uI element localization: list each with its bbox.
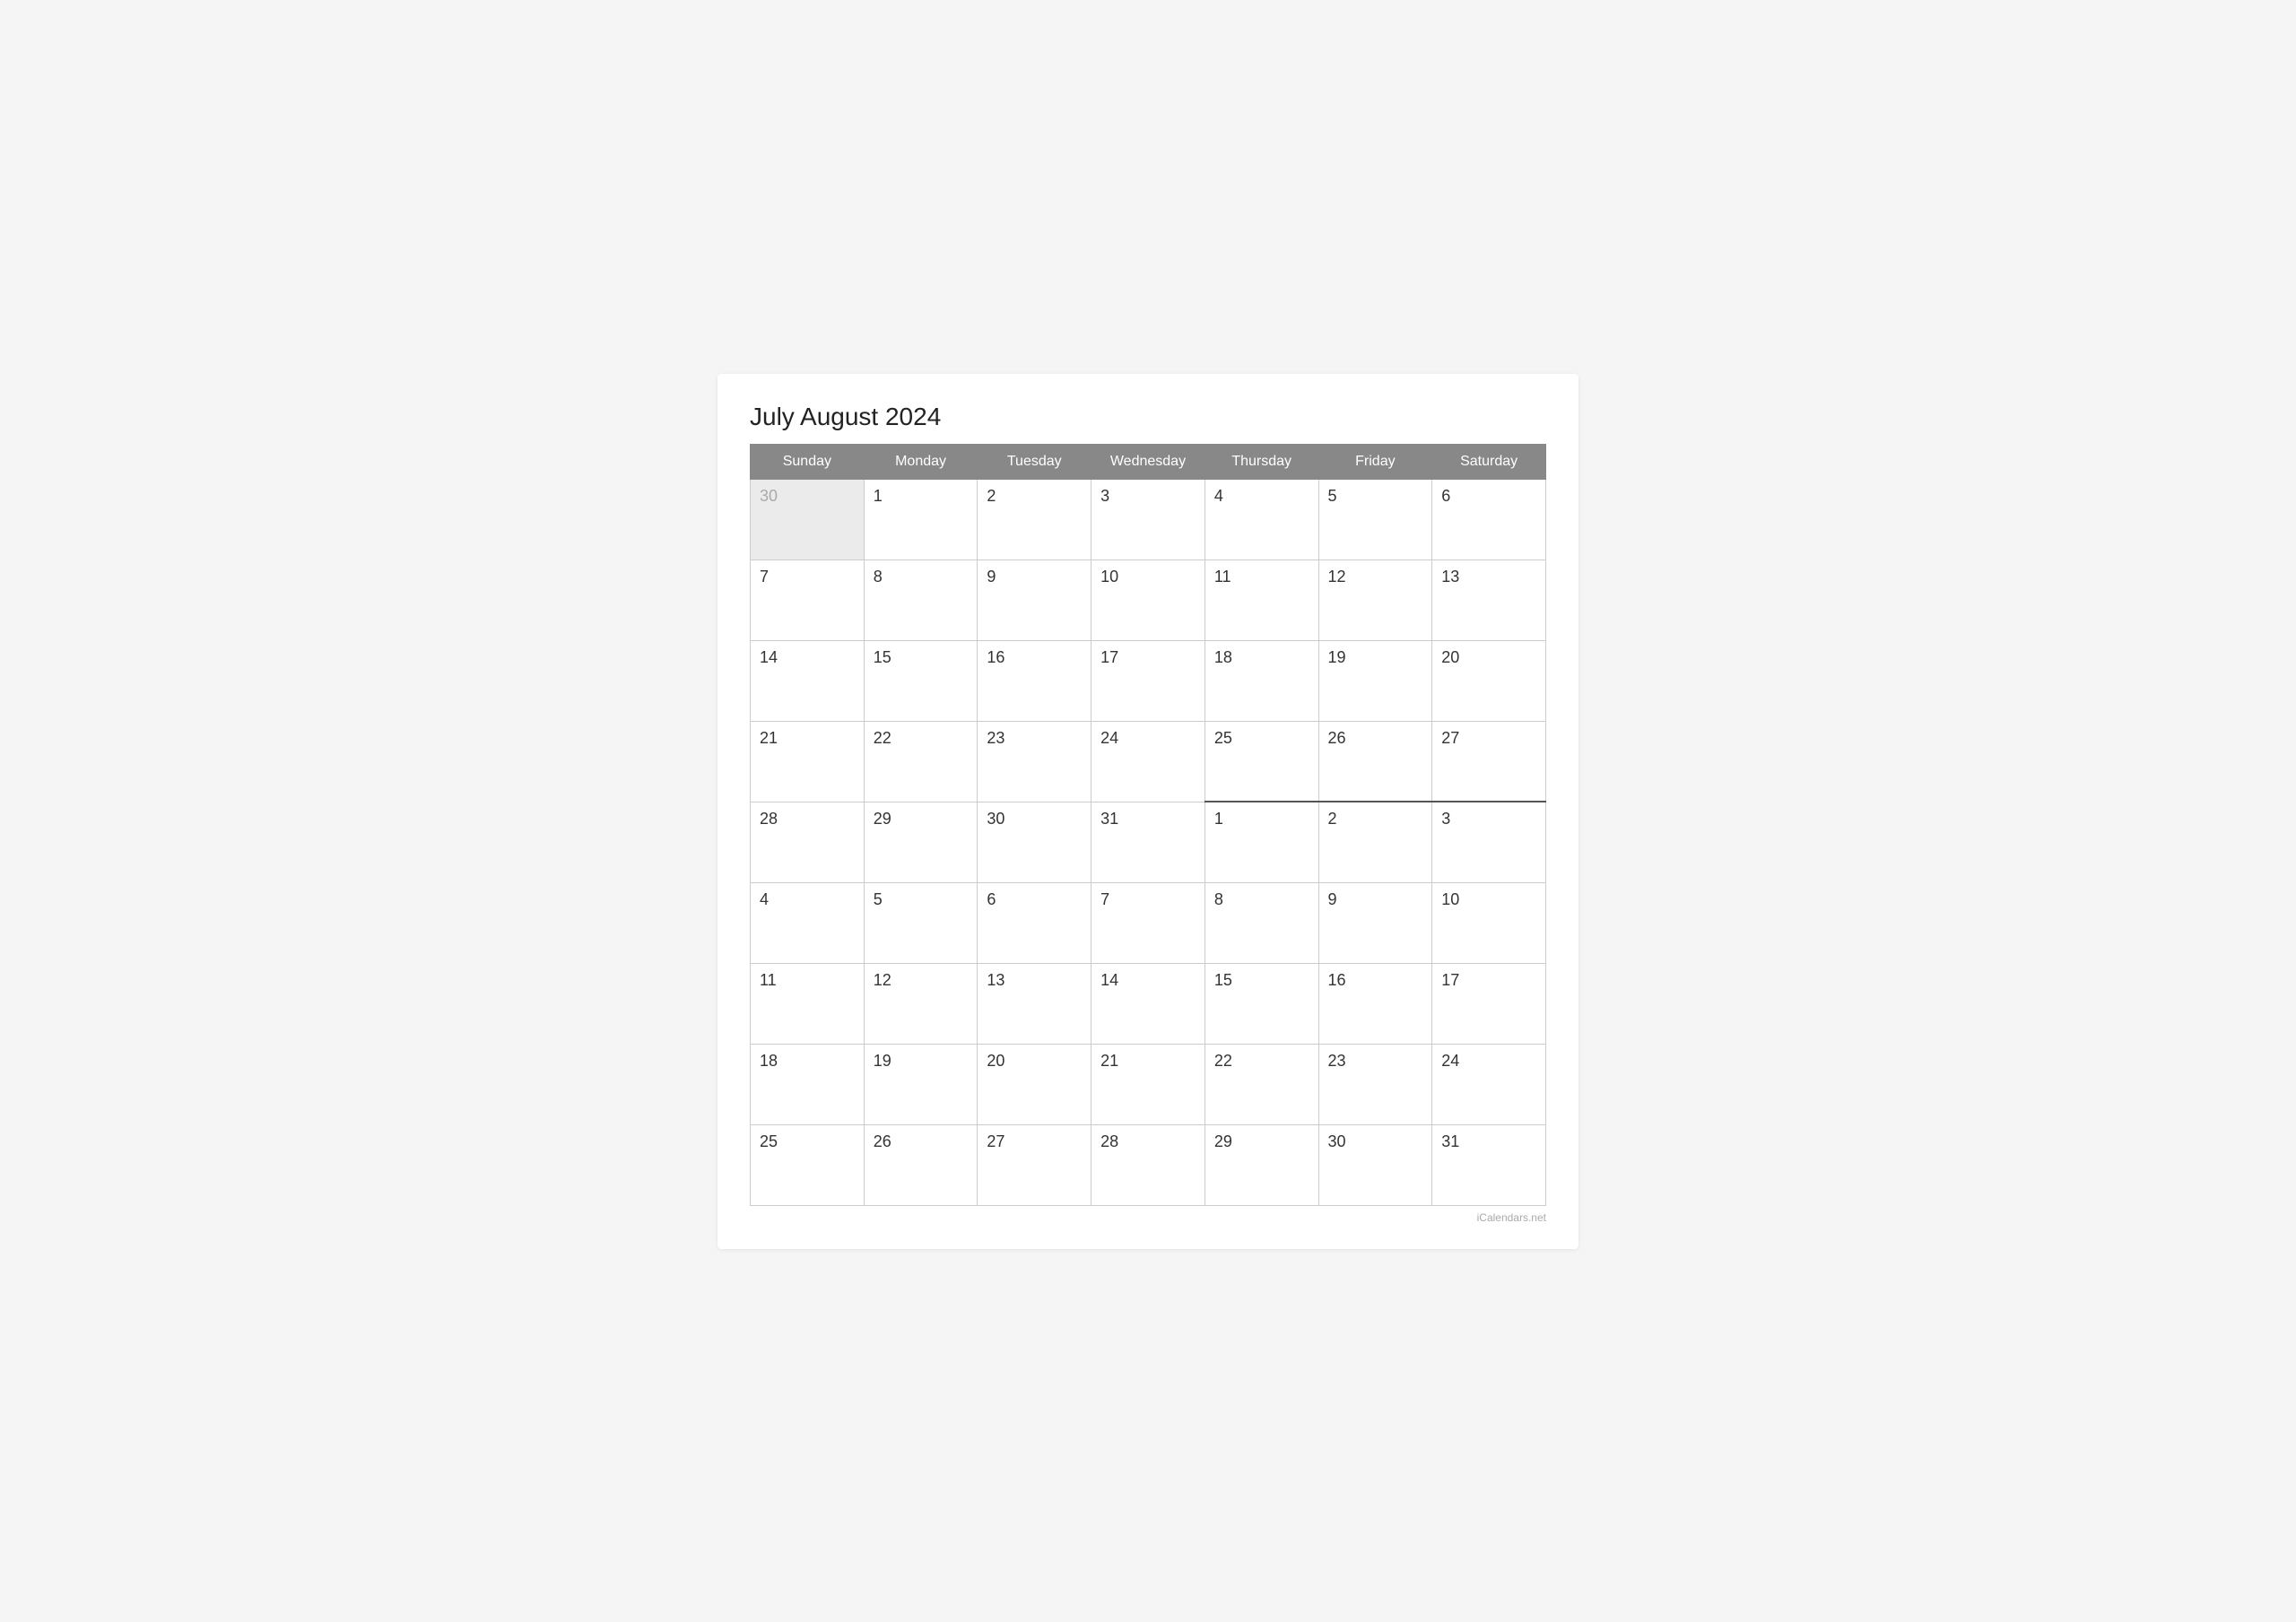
calendar-week-row: 25262728293031 xyxy=(751,1124,1546,1205)
calendar-day-cell[interactable]: 5 xyxy=(864,882,978,963)
header-cell-thursday: Thursday xyxy=(1205,444,1318,479)
calendar-day-cell[interactable]: 6 xyxy=(978,882,1091,963)
calendar-day-cell[interactable]: 14 xyxy=(1091,963,1205,1044)
calendar-day-cell[interactable]: 21 xyxy=(1091,1044,1205,1124)
calendar-day-cell[interactable]: 29 xyxy=(864,802,978,882)
calendar-day-cell[interactable]: 5 xyxy=(1318,479,1432,559)
calendar-day-cell[interactable]: 17 xyxy=(1091,640,1205,721)
calendar-day-cell[interactable]: 15 xyxy=(1205,963,1318,1044)
calendar-day-cell[interactable]: 20 xyxy=(1432,640,1546,721)
calendar-day-cell[interactable]: 12 xyxy=(864,963,978,1044)
calendar-day-cell[interactable]: 10 xyxy=(1091,559,1205,640)
calendar-day-cell[interactable]: 26 xyxy=(1318,721,1432,802)
calendar-day-cell[interactable]: 10 xyxy=(1432,882,1546,963)
calendar-day-cell[interactable]: 17 xyxy=(1432,963,1546,1044)
header-cell-monday: Monday xyxy=(864,444,978,479)
calendar-day-cell[interactable]: 12 xyxy=(1318,559,1432,640)
calendar-day-cell[interactable]: 30 xyxy=(978,802,1091,882)
calendar-title: July August 2024 xyxy=(750,403,1546,431)
calendar-week-row: 14151617181920 xyxy=(751,640,1546,721)
calendar-week-row: 30123456 xyxy=(751,479,1546,559)
calendar-week-row: 78910111213 xyxy=(751,559,1546,640)
calendar-day-cell[interactable]: 6 xyxy=(1432,479,1546,559)
calendar-day-cell[interactable]: 9 xyxy=(978,559,1091,640)
header-cell-friday: Friday xyxy=(1318,444,1432,479)
watermark: iCalendars.net xyxy=(750,1211,1546,1224)
calendar-day-cell[interactable]: 13 xyxy=(978,963,1091,1044)
calendar-day-cell[interactable]: 2 xyxy=(978,479,1091,559)
calendar-day-cell[interactable]: 7 xyxy=(751,559,865,640)
calendar-day-cell[interactable]: 25 xyxy=(1205,721,1318,802)
calendar-day-cell[interactable]: 16 xyxy=(1318,963,1432,1044)
calendar-day-cell[interactable]: 20 xyxy=(978,1044,1091,1124)
calendar-week-row: 21222324252627 xyxy=(751,721,1546,802)
calendar-day-cell[interactable]: 3 xyxy=(1432,802,1546,882)
calendar-body: 3012345678910111213141516171819202122232… xyxy=(751,479,1546,1205)
calendar-table: SundayMondayTuesdayWednesdayThursdayFrid… xyxy=(750,444,1546,1206)
calendar-day-cell[interactable]: 30 xyxy=(751,479,865,559)
calendar-day-cell[interactable]: 26 xyxy=(864,1124,978,1205)
calendar-day-cell[interactable]: 14 xyxy=(751,640,865,721)
calendar-day-cell[interactable]: 23 xyxy=(1318,1044,1432,1124)
header-cell-saturday: Saturday xyxy=(1432,444,1546,479)
calendar-day-cell[interactable]: 4 xyxy=(751,882,865,963)
calendar-week-row: 28293031123 xyxy=(751,802,1546,882)
calendar-day-cell[interactable]: 19 xyxy=(1318,640,1432,721)
calendar-day-cell[interactable]: 1 xyxy=(864,479,978,559)
calendar-day-cell[interactable]: 21 xyxy=(751,721,865,802)
calendar-day-cell[interactable]: 16 xyxy=(978,640,1091,721)
calendar-day-cell[interactable]: 24 xyxy=(1432,1044,1546,1124)
calendar-day-cell[interactable]: 1 xyxy=(1205,802,1318,882)
calendar-day-cell[interactable]: 8 xyxy=(1205,882,1318,963)
calendar-header: SundayMondayTuesdayWednesdayThursdayFrid… xyxy=(751,444,1546,479)
calendar-day-cell[interactable]: 19 xyxy=(864,1044,978,1124)
calendar-day-cell[interactable]: 2 xyxy=(1318,802,1432,882)
calendar-day-cell[interactable]: 31 xyxy=(1432,1124,1546,1205)
calendar-day-cell[interactable]: 23 xyxy=(978,721,1091,802)
calendar-day-cell[interactable]: 28 xyxy=(1091,1124,1205,1205)
calendar-day-cell[interactable]: 7 xyxy=(1091,882,1205,963)
calendar-day-cell[interactable]: 27 xyxy=(978,1124,1091,1205)
calendar-week-row: 45678910 xyxy=(751,882,1546,963)
calendar-day-cell[interactable]: 4 xyxy=(1205,479,1318,559)
calendar-week-row: 18192021222324 xyxy=(751,1044,1546,1124)
calendar-container: July August 2024 SundayMondayTuesdayWedn… xyxy=(718,374,1578,1249)
calendar-day-cell[interactable]: 11 xyxy=(751,963,865,1044)
calendar-day-cell[interactable]: 22 xyxy=(1205,1044,1318,1124)
calendar-day-cell[interactable]: 15 xyxy=(864,640,978,721)
calendar-day-cell[interactable]: 30 xyxy=(1318,1124,1432,1205)
calendar-day-cell[interactable]: 29 xyxy=(1205,1124,1318,1205)
calendar-day-cell[interactable]: 27 xyxy=(1432,721,1546,802)
calendar-day-cell[interactable]: 9 xyxy=(1318,882,1432,963)
calendar-day-cell[interactable]: 18 xyxy=(751,1044,865,1124)
calendar-day-cell[interactable]: 11 xyxy=(1205,559,1318,640)
calendar-day-cell[interactable]: 18 xyxy=(1205,640,1318,721)
header-cell-tuesday: Tuesday xyxy=(978,444,1091,479)
calendar-day-cell[interactable]: 3 xyxy=(1091,479,1205,559)
calendar-day-cell[interactable]: 31 xyxy=(1091,802,1205,882)
header-cell-sunday: Sunday xyxy=(751,444,865,479)
calendar-day-cell[interactable]: 22 xyxy=(864,721,978,802)
calendar-week-row: 11121314151617 xyxy=(751,963,1546,1044)
header-row: SundayMondayTuesdayWednesdayThursdayFrid… xyxy=(751,444,1546,479)
calendar-day-cell[interactable]: 28 xyxy=(751,802,865,882)
calendar-day-cell[interactable]: 8 xyxy=(864,559,978,640)
header-cell-wednesday: Wednesday xyxy=(1091,444,1205,479)
calendar-day-cell[interactable]: 25 xyxy=(751,1124,865,1205)
calendar-day-cell[interactable]: 24 xyxy=(1091,721,1205,802)
calendar-day-cell[interactable]: 13 xyxy=(1432,559,1546,640)
